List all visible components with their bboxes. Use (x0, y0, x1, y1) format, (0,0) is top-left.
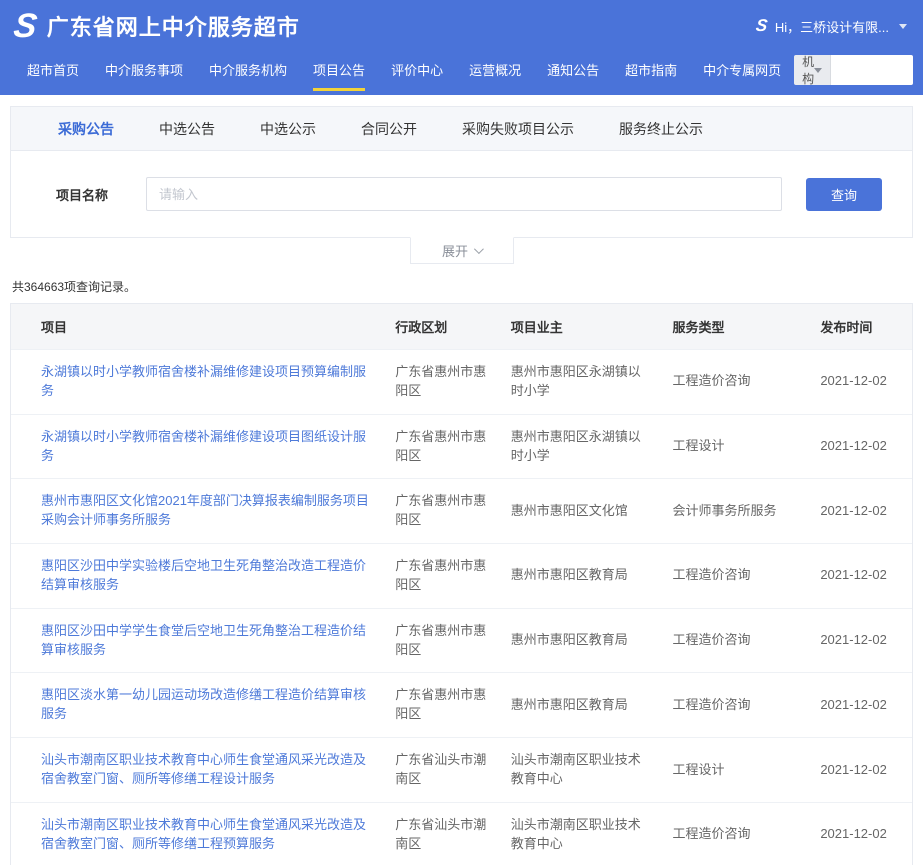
owner-cell: 惠州市惠阳区教育局 (501, 544, 663, 609)
region-cell: 广东省汕头市潮南区 (385, 802, 501, 865)
owner-cell: 汕头市潮南区职业技术教育中心 (501, 738, 663, 803)
nav-item[interactable]: 评价中心 (378, 44, 456, 95)
chevron-down-icon (899, 24, 907, 29)
results-card: 项目行政区划项目业主服务类型发布时间 永湖镇以时小学教师宿舍楼补漏维修建设项目预… (10, 303, 913, 865)
tab[interactable]: 中选公示 (260, 119, 316, 139)
type-cell: 工程设计 (662, 414, 810, 479)
type-cell: 工程造价咨询 (662, 802, 810, 865)
region-cell: 广东省惠州市惠阳区 (385, 350, 501, 415)
region-cell: 广东省惠州市惠阳区 (385, 544, 501, 609)
tab[interactable]: 中选公告 (159, 119, 215, 139)
project-link[interactable]: 永湖镇以时小学教师宿舍楼补漏维修建设项目图纸设计服务 (41, 429, 366, 463)
date-cell: 2021-12-02 (810, 608, 912, 673)
table-row: 惠阳区沙田中学学生食堂后空地卫生死角整治工程造价结算审核服务广东省惠州市惠阳区惠… (11, 608, 912, 673)
project-link[interactable]: 惠阳区沙田中学学生食堂后空地卫生死角整治工程造价结算审核服务 (41, 623, 366, 657)
type-cell: 会计师事务所服务 (662, 479, 810, 544)
owner-cell: 惠州市惠阳区教育局 (501, 673, 663, 738)
search-category-value: 机构 (802, 55, 814, 85)
site-logo-icon: S (12, 9, 39, 43)
user-greeting: Hi，三桥设计有限... (775, 17, 889, 36)
header-search-input[interactable] (830, 55, 913, 85)
owner-cell: 惠州市惠阳区文化馆 (501, 479, 663, 544)
tab[interactable]: 服务终止公示 (619, 119, 703, 139)
nav-item[interactable]: 通知公告 (534, 44, 612, 95)
main-content: 采购公告 中选公告 中选公示 合同公开 采购失败项目公示 服务终止公示 项目名称 查询 展… (0, 106, 923, 865)
query-button[interactable]: 查询 (806, 178, 882, 211)
region-cell: 广东省惠州市惠阳区 (385, 673, 501, 738)
nav-items: 超市首页中介服务事项中介服务机构项目公告评价中心运营概况通知公告超市指南中介专属… (14, 44, 794, 95)
column-header: 服务类型 (662, 304, 810, 350)
owner-cell: 汕头市潮南区职业技术教育中心 (501, 802, 663, 865)
tab[interactable]: 采购失败项目公示 (462, 119, 574, 139)
owner-cell: 惠州市惠阳区教育局 (501, 608, 663, 673)
expand-button[interactable]: 展开 (410, 237, 514, 264)
project-link[interactable]: 汕头市潮南区职业技术教育中心师生食堂通风采光改造及宿舍教室门窗、厕所等修缮工程预… (41, 817, 366, 851)
tab[interactable]: 合同公开 (361, 119, 417, 139)
table-row: 永湖镇以时小学教师宿舍楼补漏维修建设项目图纸设计服务广东省惠州市惠阳区惠州市惠阳… (11, 414, 912, 479)
owner-cell: 惠州市惠阳区永湖镇以时小学 (501, 350, 663, 415)
table-row: 惠阳区淡水第一幼儿园运动场改造修缮工程造价结算审核服务广东省惠州市惠阳区惠州市惠… (11, 673, 912, 738)
tab[interactable]: 采购公告 (58, 119, 114, 139)
header-top: S 广东省网上中介服务超市 S Hi，三桥设计有限... (0, 0, 923, 44)
date-cell: 2021-12-02 (810, 350, 912, 415)
type-cell: 工程造价咨询 (662, 673, 810, 738)
nav-item[interactable]: 超市指南 (612, 44, 690, 95)
table-row: 汕头市潮南区职业技术教育中心师生食堂通风采光改造及宿舍教室门窗、厕所等修缮工程预… (11, 802, 912, 865)
date-cell: 2021-12-02 (810, 802, 912, 865)
column-header: 行政区划 (385, 304, 501, 350)
column-header: 项目业主 (501, 304, 663, 350)
nav-item[interactable]: 超市首页 (14, 44, 92, 95)
chevron-down-icon (814, 68, 822, 73)
column-header: 项目 (11, 304, 385, 350)
filter-row: 项目名称 查询 (11, 151, 912, 237)
region-cell: 广东省惠州市惠阳区 (385, 608, 501, 673)
table-row: 惠阳区沙田中学实验楼后空地卫生死角整治改造工程造价结算审核服务广东省惠州市惠阳区… (11, 544, 912, 609)
type-cell: 工程造价咨询 (662, 350, 810, 415)
table-header-row: 项目行政区划项目业主服务类型发布时间 (11, 304, 912, 350)
date-cell: 2021-12-02 (810, 673, 912, 738)
project-link[interactable]: 惠阳区沙田中学实验楼后空地卫生死角整治改造工程造价结算审核服务 (41, 558, 366, 592)
project-link[interactable]: 汕头市潮南区职业技术教育中心师生食堂通风采光改造及宿舍教室门窗、厕所等修缮工程设… (41, 752, 366, 786)
date-cell: 2021-12-02 (810, 738, 912, 803)
expand-label: 展开 (442, 241, 468, 260)
brand[interactable]: S 广东省网上中介服务超市 (14, 9, 300, 43)
expand-wrap: 展开 (10, 238, 913, 264)
filter-card: 采购公告 中选公告 中选公示 合同公开 采购失败项目公示 服务终止公示 项目名称 查询 (10, 106, 913, 238)
announcement-tabs: 采购公告 中选公告 中选公示 合同公开 采购失败项目公示 服务终止公示 (11, 107, 912, 151)
table-row: 惠州市惠阳区文化馆2021年度部门决算报表编制服务项目采购会计师事务所服务广东省… (11, 479, 912, 544)
search-category-select[interactable]: 机构 (794, 55, 830, 85)
region-cell: 广东省汕头市潮南区 (385, 738, 501, 803)
project-link[interactable]: 惠阳区淡水第一幼儿园运动场改造修缮工程造价结算审核服务 (41, 687, 366, 721)
date-cell: 2021-12-02 (810, 479, 912, 544)
date-cell: 2021-12-02 (810, 414, 912, 479)
type-cell: 工程造价咨询 (662, 608, 810, 673)
user-logo-icon: S (754, 16, 768, 36)
project-link[interactable]: 永湖镇以时小学教师宿舍楼补漏维修建设项目预算编制服务 (41, 364, 366, 398)
nav-item[interactable]: 中介专属网页 (690, 44, 794, 95)
table-row: 永湖镇以时小学教师宿舍楼补漏维修建设项目预算编制服务广东省惠州市惠阳区惠州市惠阳… (11, 350, 912, 415)
column-header: 发布时间 (810, 304, 912, 350)
user-menu[interactable]: S Hi，三桥设计有限... (756, 16, 907, 36)
nav-item[interactable]: 中介服务事项 (92, 44, 196, 95)
nav-item[interactable]: 中介服务机构 (196, 44, 300, 95)
site-title: 广东省网上中介服务超市 (47, 10, 300, 42)
header: S 广东省网上中介服务超市 S Hi，三桥设计有限... 超市首页中介服务事项中… (0, 0, 923, 95)
region-cell: 广东省惠州市惠阳区 (385, 414, 501, 479)
result-summary: 共364663项查询记录。 (12, 278, 913, 295)
project-name-label: 项目名称 (56, 185, 108, 204)
date-cell: 2021-12-02 (810, 544, 912, 609)
project-name-input[interactable] (146, 177, 782, 211)
chevron-down-icon (474, 244, 484, 254)
owner-cell: 惠州市惠阳区永湖镇以时小学 (501, 414, 663, 479)
nav-item[interactable]: 运营概况 (456, 44, 534, 95)
type-cell: 工程造价咨询 (662, 544, 810, 609)
results-table: 项目行政区划项目业主服务类型发布时间 永湖镇以时小学教师宿舍楼补漏维修建设项目预… (11, 304, 912, 865)
type-cell: 工程设计 (662, 738, 810, 803)
table-row: 汕头市潮南区职业技术教育中心师生食堂通风采光改造及宿舍教室门窗、厕所等修缮工程设… (11, 738, 912, 803)
region-cell: 广东省惠州市惠阳区 (385, 479, 501, 544)
header-search: 机构 (794, 55, 913, 85)
nav-item[interactable]: 项目公告 (300, 44, 378, 95)
main-nav: 超市首页中介服务事项中介服务机构项目公告评价中心运营概况通知公告超市指南中介专属… (0, 44, 923, 95)
project-link[interactable]: 惠州市惠阳区文化馆2021年度部门决算报表编制服务项目采购会计师事务所服务 (41, 493, 369, 527)
